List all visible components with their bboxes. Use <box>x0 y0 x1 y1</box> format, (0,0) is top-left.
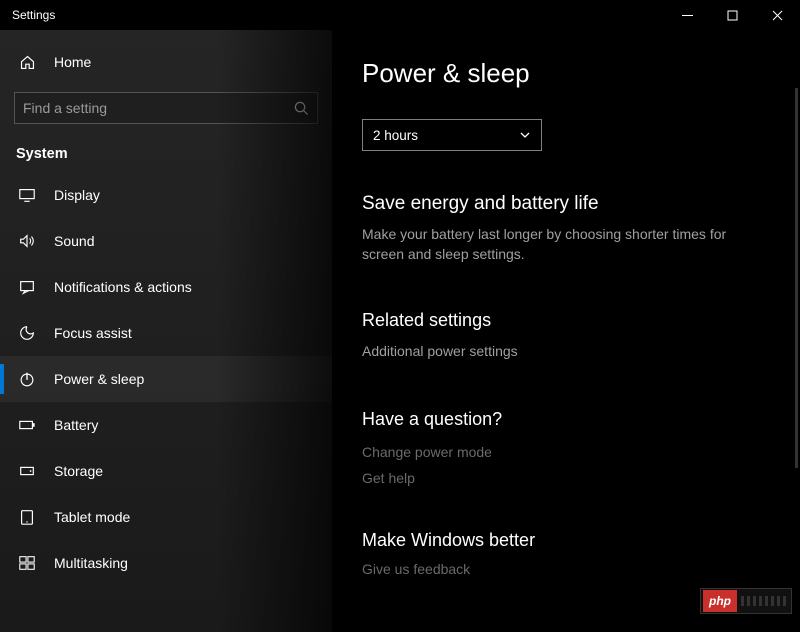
window-title: Settings <box>12 8 55 22</box>
make-windows-better-heading: Make Windows better <box>362 530 770 551</box>
focus-icon <box>18 324 36 342</box>
multitasking-icon <box>18 554 36 572</box>
watermark: php <box>700 588 792 614</box>
sidebar-item-battery[interactable]: Battery <box>0 402 332 448</box>
change-power-mode-link[interactable]: Change power mode <box>362 444 770 460</box>
search-input[interactable]: Find a setting <box>14 92 318 124</box>
close-button[interactable] <box>755 0 800 30</box>
chevron-down-icon <box>519 129 531 141</box>
power-icon <box>18 370 36 388</box>
have-question-heading: Have a question? <box>362 409 770 430</box>
window-controls <box>665 0 800 30</box>
search-icon <box>294 101 309 116</box>
related-settings-heading: Related settings <box>362 310 770 331</box>
sidebar-item-label: Storage <box>54 463 103 479</box>
save-energy-heading: Save energy and battery life <box>362 193 770 215</box>
tablet-icon <box>18 508 36 526</box>
search-placeholder: Find a setting <box>23 100 294 116</box>
storage-icon <box>18 462 36 480</box>
maximize-icon <box>727 10 738 21</box>
give-feedback-link[interactable]: Give us feedback <box>362 561 770 577</box>
sidebar-item-notifications[interactable]: Notifications & actions <box>0 264 332 310</box>
additional-power-settings-link[interactable]: Additional power settings <box>362 343 770 359</box>
sidebar-item-power-sleep[interactable]: Power & sleep <box>0 356 332 402</box>
maximize-button[interactable] <box>710 0 755 30</box>
home-icon <box>18 54 36 71</box>
sidebar-item-tablet-mode[interactable]: Tablet mode <box>0 494 332 540</box>
battery-icon <box>18 416 36 434</box>
notifications-icon <box>18 278 36 296</box>
watermark-badge: php <box>703 590 737 612</box>
sidebar-item-multitasking[interactable]: Multitasking <box>0 540 332 586</box>
nav-list: Display Sound Notifications & actions Fo… <box>0 172 332 586</box>
scrollbar[interactable] <box>795 88 798 468</box>
minimize-icon <box>682 10 693 21</box>
sidebar-item-label: Multitasking <box>54 555 128 571</box>
close-icon <box>772 10 783 21</box>
content-pane: Power & sleep 2 hours Save energy and ba… <box>332 30 800 632</box>
sidebar-item-sound[interactable]: Sound <box>0 218 332 264</box>
sleep-timeout-dropdown[interactable]: 2 hours <box>362 119 542 151</box>
body: Home Find a setting System Display Sound <box>0 30 800 632</box>
titlebar: Settings <box>0 0 800 30</box>
dropdown-value: 2 hours <box>373 128 418 143</box>
home-label: Home <box>54 54 91 70</box>
section-title: System <box>16 146 332 162</box>
minimize-button[interactable] <box>665 0 710 30</box>
sidebar-item-storage[interactable]: Storage <box>0 448 332 494</box>
sidebar-item-display[interactable]: Display <box>0 172 332 218</box>
watermark-decoration <box>741 596 787 606</box>
sidebar-item-focus-assist[interactable]: Focus assist <box>0 310 332 356</box>
page-title: Power & sleep <box>362 58 770 89</box>
sidebar-item-label: Battery <box>54 417 98 433</box>
sidebar-item-label: Focus assist <box>54 325 132 341</box>
sidebar-item-label: Power & sleep <box>54 371 144 387</box>
get-help-link[interactable]: Get help <box>362 470 770 486</box>
sidebar: Home Find a setting System Display Sound <box>0 30 332 632</box>
sidebar-item-label: Notifications & actions <box>54 279 192 295</box>
home-button[interactable]: Home <box>0 40 332 84</box>
settings-window: Settings Home Find a setting <box>0 0 800 632</box>
sidebar-item-label: Tablet mode <box>54 509 130 525</box>
sidebar-item-label: Display <box>54 187 100 203</box>
sidebar-item-label: Sound <box>54 233 94 249</box>
sound-icon <box>18 232 36 250</box>
save-energy-text: Make your battery last longer by choosin… <box>362 225 762 264</box>
display-icon <box>18 186 36 204</box>
